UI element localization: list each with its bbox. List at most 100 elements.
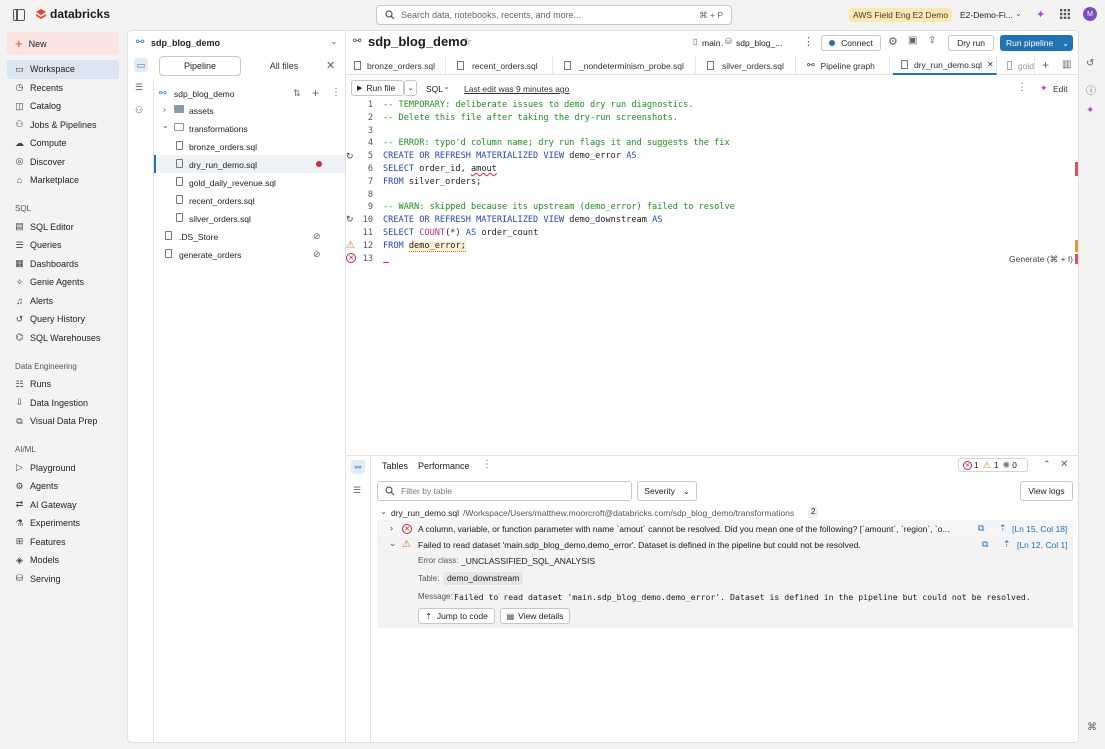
issue-warning-location[interactable]: [Ln 12, Col 1]: [1017, 540, 1068, 550]
code-line[interactable]: -- TEMPORARY: deliberate issues to demo …: [383, 99, 693, 112]
nav-item-discover[interactable]: ◎ Discover: [7, 153, 119, 172]
tree-item-file[interactable]: .DS_Store: [179, 228, 218, 245]
tab-file[interactable]: gold: [999, 56, 1035, 75]
tree-item-file[interactable]: recent_orders.sql: [189, 192, 255, 209]
nav-item-compute[interactable]: ☁ Compute: [7, 134, 119, 153]
code-line[interactable]: -- WARN: skipped because its upstream (d…: [383, 201, 735, 214]
assistant-sparkle-icon[interactable]: ✦: [1086, 105, 1094, 116]
close-icon[interactable]: ✕: [326, 59, 335, 72]
nav-item-serving[interactable]: ⛁ Serving: [7, 570, 119, 589]
tree-item-transformations[interactable]: transformations: [189, 120, 248, 137]
run-pipeline-button[interactable]: Run pipeline ⌄: [1000, 35, 1073, 51]
view-details-button[interactable]: ▤ View details: [500, 608, 570, 624]
workspace-selector[interactable]: E2-Demo-Fi...: [960, 10, 1013, 20]
code-line[interactable]: SELECT order_id, amout: [383, 163, 497, 176]
tab-file[interactable]: recent_orders.sql: [449, 56, 553, 75]
code-line[interactable]: SELECT COUNT(*) AS order_count: [383, 227, 538, 240]
jump-to-code-button[interactable]: ⇡ Jump to code: [418, 608, 495, 624]
tab-file[interactable]: _nondeterminism_probe.sql: [556, 56, 696, 75]
code-line[interactable]: FROM demo_error;: [383, 240, 466, 253]
chevron-down-icon[interactable]: ⌄: [380, 507, 387, 516]
code-line[interactable]: -- ERROR: typo'd column name; dry run fl…: [383, 137, 730, 150]
table-filter-input[interactable]: Filter by table: [377, 481, 632, 501]
tree-item-file[interactable]: bronze_orders.sql: [189, 138, 257, 155]
more-icon[interactable]: ⋮: [331, 87, 341, 98]
workspace-badge[interactable]: AWS Field Eng E2 Demo: [849, 8, 953, 22]
chevron-up-icon[interactable]: ⌃: [1043, 459, 1051, 470]
dependencies-icon[interactable]: ⚇: [135, 105, 143, 116]
nav-item-recents[interactable]: ◷ Recents: [7, 79, 119, 98]
add-tab-icon[interactable]: +: [1042, 58, 1049, 72]
nav-item-alerts[interactable]: ♫ Alerts: [7, 292, 119, 311]
copy-icon[interactable]: ⧉: [978, 523, 984, 534]
jump-icon[interactable]: ⇡: [1003, 539, 1011, 550]
share-icon[interactable]: ⇪: [928, 35, 936, 46]
history-icon[interactable]: ↺: [1086, 58, 1094, 69]
chevron-down-icon[interactable]: ⌄: [389, 538, 397, 549]
tree-item-file[interactable]: silver_orders.sql: [189, 210, 251, 227]
chevron-down-icon[interactable]: ⌄: [162, 121, 169, 130]
schema-name[interactable]: sdp_blog_...: [736, 38, 782, 48]
assistant-sparkle-icon[interactable]: ✦: [1036, 8, 1045, 21]
graph-panel-icon[interactable]: ⚯: [351, 460, 365, 474]
chevron-right-icon[interactable]: ›: [163, 105, 166, 114]
nav-item-marketplace[interactable]: ⌂ Marketplace: [7, 171, 119, 190]
table-value[interactable]: demo_downstream: [443, 572, 524, 585]
excluded-eye-icon[interactable]: ⊘: [313, 231, 321, 242]
chevron-right-icon[interactable]: ›: [390, 523, 393, 533]
tree-item-file[interactable]: gold_daily_revenue.sql: [189, 174, 276, 191]
pipeline-selector[interactable]: sdp_blog_demo: [151, 38, 220, 48]
nav-item-features[interactable]: ⊞ Features: [7, 533, 119, 552]
code-line[interactable]: CREATE OR REFRESH MATERIALIZED VIEW demo…: [383, 150, 637, 163]
sort-icon[interactable]: ⇅: [293, 88, 301, 99]
schedule-icon[interactable]: ▣: [908, 35, 917, 46]
apps-grid-icon[interactable]: [1060, 9, 1070, 19]
browser-tab-pipeline[interactable]: Pipeline: [159, 56, 241, 76]
tree-root[interactable]: sdp_blog_demo: [174, 85, 235, 102]
list-icon[interactable]: ☰: [135, 82, 143, 93]
browser-tab-all-files[interactable]: All files: [245, 56, 323, 76]
list-icon[interactable]: ☰: [353, 485, 361, 496]
sidebar-toggle-icon[interactable]: [13, 9, 25, 21]
nav-item-ai-gateway[interactable]: ⇄ AI Gateway: [7, 496, 119, 515]
tab-file-active[interactable]: dry_run_demo.sql ✕: [893, 56, 997, 75]
info-icon[interactable]: ⓘ: [1086, 82, 1096, 97]
code-line[interactable]: FROM silver_orders;: [383, 176, 481, 189]
star-icon[interactable]: ☆: [462, 35, 472, 48]
split-view-icon[interactable]: ▥: [1062, 59, 1071, 70]
tab-file[interactable]: silver_orders.sql: [699, 56, 796, 75]
chevron-down-icon[interactable]: ⌄: [330, 36, 338, 47]
dry-run-button[interactable]: Dry run: [948, 35, 994, 51]
more-icon[interactable]: ⋮: [803, 35, 814, 48]
run-cell-icon[interactable]: ↻: [346, 151, 354, 162]
nav-item-runs[interactable]: ☷ Runs: [7, 375, 119, 394]
nav-item-dashboards[interactable]: ▦ Dashboards: [7, 255, 119, 274]
issue-error-location[interactable]: [Ln 15, Col 18]: [1012, 524, 1067, 534]
nav-item-experiments[interactable]: ⚗ Experiments: [7, 514, 119, 533]
nav-item-data-ingestion[interactable]: ⇩ Data Ingestion: [7, 394, 119, 413]
tree-item-file[interactable]: generate_orders: [179, 246, 241, 263]
nav-item-agents[interactable]: ⚙ Agents: [7, 477, 119, 496]
chevron-down-icon[interactable]: ⌄: [443, 82, 450, 91]
add-icon[interactable]: +: [312, 86, 319, 100]
last-edit-link[interactable]: Last edit was 9 minutes ago: [464, 84, 569, 94]
nav-item-catalog[interactable]: ◫ Catalog: [7, 97, 119, 116]
nav-item-sql-editor[interactable]: ▤ SQL Editor: [7, 218, 119, 237]
tab-pipeline-graph[interactable]: ⚯ Pipeline graph: [799, 56, 890, 75]
nav-item-queries[interactable]: ☰ Queries: [7, 236, 119, 255]
run-file-button[interactable]: ▶ Run file: [351, 80, 404, 96]
run-options-button[interactable]: ⌄: [404, 80, 417, 96]
code-line[interactable]: -- Delete this file after taking the dry…: [383, 112, 678, 125]
nav-item-sql-warehouses[interactable]: ⌬ SQL Warehouses: [7, 329, 119, 348]
tab-tables[interactable]: Tables: [382, 461, 408, 471]
view-logs-button[interactable]: View logs: [1020, 481, 1073, 501]
nav-item-playground[interactable]: ▷ Playground: [7, 459, 119, 478]
generate-hint[interactable]: Generate (⌘ + I): [1009, 254, 1073, 265]
databricks-logo-icon[interactable]: [35, 8, 47, 20]
connect-button[interactable]: Connect: [821, 35, 881, 51]
jump-icon[interactable]: ⇡: [999, 523, 1007, 534]
catalog-name[interactable]: main: [702, 38, 720, 48]
tab-performance[interactable]: Performance: [418, 461, 470, 471]
copy-icon[interactable]: ⧉: [982, 539, 988, 550]
close-icon[interactable]: ✕: [1060, 459, 1068, 470]
